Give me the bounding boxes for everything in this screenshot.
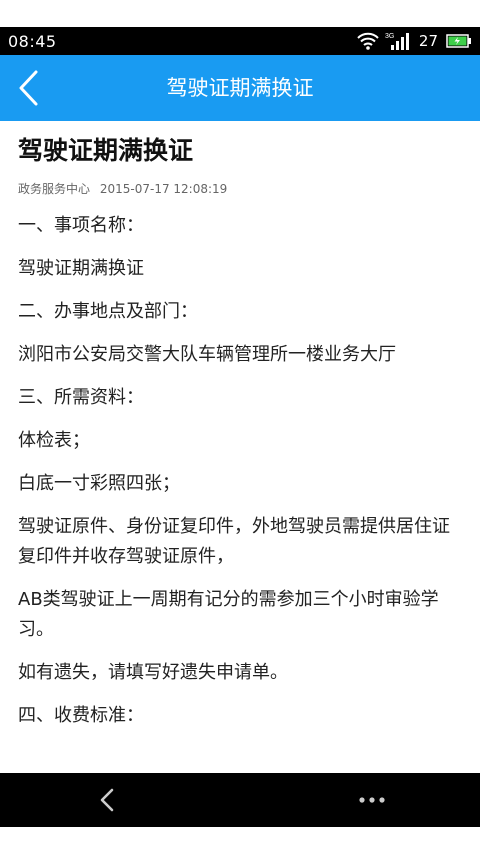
- chevron-left-icon: [100, 788, 114, 812]
- article-paragraph: 驾驶证原件、身份证复印件，外地驾驶员需提供居住证复印件并收存驾驶证原件，: [18, 516, 450, 567]
- nav-bar: 驾驶证期满换证: [0, 55, 480, 121]
- article-paragraph: AB类驾驶证上一周期有记分的需参加三个小时审验学习。: [18, 589, 439, 640]
- article-paragraph: 如有遗失，请填写好遗失申请单。: [18, 662, 288, 683]
- app-screen: 08:45 3G 27 驾驶证期满换证 驾驶证期满换证 政务服务中心 2015-…: [0, 0, 480, 854]
- article-datetime: 2015-07-17 12:08:19: [99, 182, 228, 196]
- article-source: 政务服务中心: [18, 182, 91, 196]
- article-title: 驾驶证期满换证: [18, 136, 194, 165]
- wifi-icon: [357, 32, 379, 50]
- article-paragraph: 一、事项名称：: [18, 215, 144, 236]
- article-paragraph: 浏阳市公安局交警大队车辆管理所一楼业务大厅: [18, 344, 396, 365]
- page-title: 驾驶证期满换证: [166, 76, 314, 100]
- status-icons: 3G 27: [357, 31, 472, 51]
- network-type-label: 3G: [385, 33, 394, 40]
- battery-level: 27: [418, 32, 438, 50]
- status-bar: 08:45 3G 27: [0, 27, 480, 55]
- signal-icon: 3G: [385, 31, 411, 51]
- article-meta: 政务服务中心 2015-07-17 12:08:19: [18, 181, 462, 197]
- article-paragraph: 驾驶证期满换证: [18, 258, 144, 279]
- bottom-margin: [0, 827, 480, 854]
- more-horizontal-icon: [359, 797, 385, 803]
- article-paragraph: 体检表；: [18, 430, 90, 451]
- bottom-back-button[interactable]: [92, 783, 126, 817]
- article-paragraph: 三、所需资料：: [18, 387, 144, 408]
- article-paragraph: 白底一寸彩照四张；: [18, 473, 180, 494]
- chevron-left-icon: [19, 70, 38, 106]
- more-options-button[interactable]: [350, 783, 394, 817]
- article-paragraph: 二、办事地点及部门：: [18, 301, 198, 322]
- top-margin: [0, 0, 480, 27]
- article-content: 驾驶证期满换证 政务服务中心 2015-07-17 12:08:19 一、事项名…: [0, 121, 480, 773]
- bottom-toolbar: [0, 773, 480, 827]
- status-time: 08:45: [8, 31, 57, 51]
- article-paragraph: 四、收费标准：: [18, 705, 144, 726]
- battery-charging-icon: [446, 34, 472, 48]
- back-button[interactable]: [12, 66, 52, 110]
- article-body: 一、事项名称： 驾驶证期满换证 二、办事地点及部门： 浏阳市公安局交警大队车辆管…: [18, 211, 462, 731]
